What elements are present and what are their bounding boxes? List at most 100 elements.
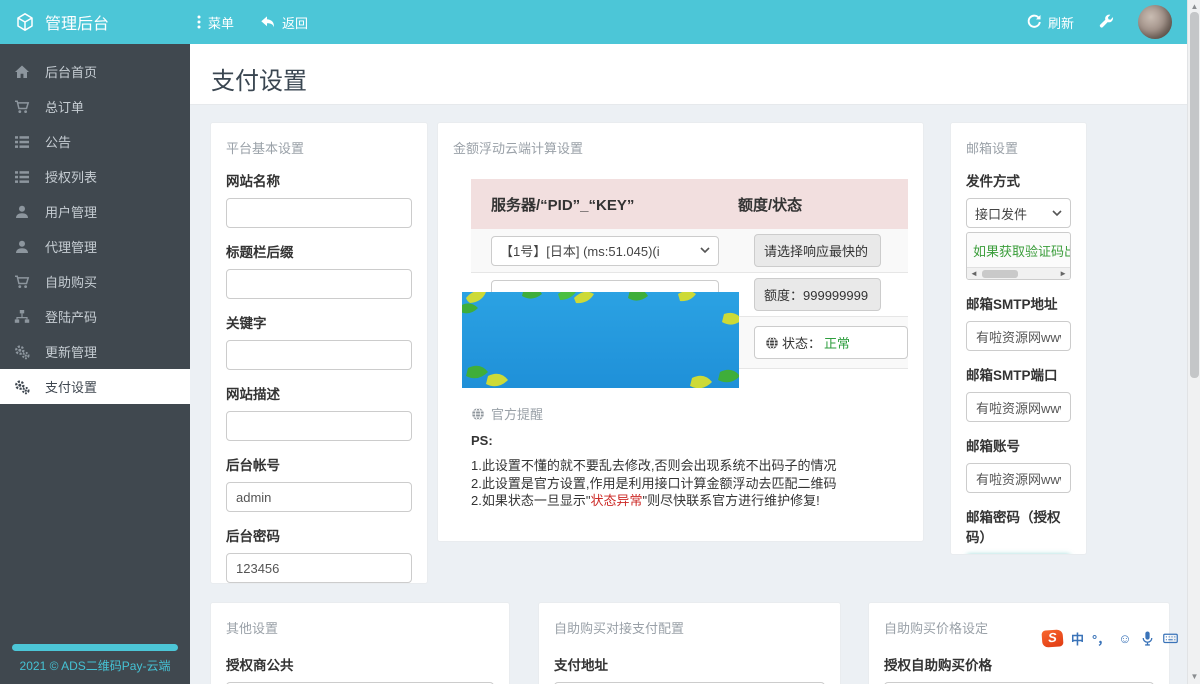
admin-account-input[interactable]	[226, 482, 412, 512]
scroll-down-arrow[interactable]: ▼	[1188, 672, 1200, 681]
smtp-port-input[interactable]	[966, 392, 1071, 422]
scroll-left-arrow[interactable]: ◄	[970, 269, 978, 279]
sidebar-item-label: 代理管理	[45, 237, 97, 256]
sidebar-item-label: 后台首页	[45, 62, 97, 81]
field-title-suffix: 标题栏后缀	[226, 241, 412, 299]
sidebar-item-announcements[interactable]: 公告	[0, 124, 190, 159]
refresh-icon	[1026, 14, 1042, 30]
email-password-input[interactable]	[966, 554, 1071, 555]
scrollbar-thumb[interactable]	[1190, 12, 1199, 378]
scroll-up-arrow[interactable]: ▲	[1188, 2, 1200, 11]
ime-language-toggle[interactable]: 中	[1071, 629, 1084, 648]
page-title: 支付设置	[190, 44, 1187, 96]
list-icon	[14, 134, 30, 150]
send-method-select[interactable]: 接口发件	[966, 198, 1071, 228]
avatar[interactable]	[1138, 5, 1172, 39]
send-method-value: 接口发件	[975, 204, 1052, 223]
back-button[interactable]: 返回	[260, 13, 308, 32]
chevron-down-icon	[700, 247, 710, 254]
ps-line: 2.如果状态一旦显示"状态异常"则尽快联系官方进行维护修复!	[471, 492, 901, 510]
field-label: 邮箱SMTP地址	[966, 293, 1071, 313]
menu-button[interactable]: 菜单	[196, 13, 234, 32]
menu-label: 菜单	[208, 13, 234, 32]
admin-app: 管理后台 菜单 返回 刷新	[0, 0, 1200, 684]
sidebar-item-orders[interactable]: 总订单	[0, 89, 190, 124]
ps-line-alert: 状态异常	[590, 493, 642, 508]
card-title: 其他设置	[226, 618, 494, 637]
field-label: 关键字	[226, 312, 412, 332]
sidebar-item-label: 登陆产码	[45, 307, 97, 326]
keyboard-icon[interactable]	[1163, 631, 1178, 646]
field-keywords: 关键字	[226, 312, 412, 370]
keywords-input[interactable]	[226, 340, 412, 370]
ps-title: PS:	[471, 433, 901, 448]
select-fastest-button[interactable]: 请选择响应最快的	[754, 234, 881, 267]
horizontal-scrollbar[interactable]: ◄ ►	[967, 267, 1070, 279]
field-label: 发件方式	[966, 170, 1071, 190]
sidebar-item-label: 授权列表	[45, 167, 97, 186]
sidebar-item-label: 更新管理	[45, 342, 97, 361]
field-smtp-port: 邮箱SMTP端口	[966, 364, 1071, 422]
smtp-address-input[interactable]	[966, 321, 1071, 351]
brand[interactable]: 管理后台	[0, 0, 190, 44]
ime-emoji-button[interactable]: ☺	[1118, 631, 1131, 646]
field-smtp-address: 邮箱SMTP地址	[966, 293, 1071, 351]
field-label: 授权商公共	[226, 654, 494, 674]
refresh-label: 刷新	[1048, 13, 1074, 32]
server-select[interactable]: 【1号】[日本] (ms:51.045)(i	[491, 236, 719, 266]
field-send-method: 发件方式 接口发件	[966, 170, 1071, 228]
platform-settings-card: 平台基本设置 网站名称 标题栏后缀 关键字 网站描述 后台帐号 后台密码	[210, 122, 428, 584]
sidebar-item-agents[interactable]: 代理管理	[0, 229, 190, 264]
topbar-right: 刷新	[1026, 0, 1172, 44]
quota-column-header: 额度/状态	[738, 194, 908, 215]
ps-line-suffix: "则尽快联系官方进行维护修复!	[642, 493, 819, 508]
home-icon	[14, 64, 30, 80]
other-settings-card: 其他设置 授权商公共	[210, 602, 510, 684]
cogs-icon	[14, 379, 30, 395]
sidebar-item-updates[interactable]: 更新管理	[0, 334, 190, 369]
field-label: 网站描述	[226, 383, 412, 403]
site-description-input[interactable]	[226, 411, 412, 441]
sidebar-item-auth-list[interactable]: 授权列表	[0, 159, 190, 194]
sidebar-item-self-purchase[interactable]: 自助购买	[0, 264, 190, 299]
topbar: 管理后台 菜单 返回 刷新	[0, 0, 1200, 44]
sidebar: 后台首页 总订单 公告 授权列表 用户管理 代理管理	[0, 44, 190, 684]
sidebar-item-home[interactable]: 后台首页	[0, 54, 190, 89]
quota-button[interactable]: 额度：999999999	[754, 278, 881, 311]
sidebar-item-users[interactable]: 用户管理	[0, 194, 190, 229]
title-suffix-input[interactable]	[226, 269, 412, 299]
sidebar-item-payment-settings[interactable]: 支付设置	[0, 369, 190, 404]
cube-logo-icon	[15, 12, 35, 32]
field-label: 授权自助购买价格	[884, 654, 1154, 674]
globe-icon	[765, 336, 779, 350]
field-site-name: 网站名称	[226, 170, 412, 228]
card-title: 邮箱设置	[966, 138, 1071, 157]
sidebar-item-login-code[interactable]: 登陆产码	[0, 299, 190, 334]
field-admin-password: 后台密码	[226, 525, 412, 583]
sidebar-item-label: 公告	[45, 132, 71, 151]
status-value: 正常	[824, 333, 850, 352]
user-icon	[14, 204, 30, 220]
admin-password-input[interactable]	[226, 553, 412, 583]
field-site-description: 网站描述	[226, 383, 412, 441]
back-label: 返回	[282, 13, 308, 32]
vertical-scrollbar[interactable]: ▲ ▼	[1187, 0, 1200, 684]
field-label: 标题栏后缀	[226, 241, 412, 261]
card-title: 自助购买对接支付配置	[554, 618, 825, 637]
field-label: 支付地址	[554, 654, 825, 674]
scroll-right-arrow[interactable]: ►	[1059, 269, 1067, 279]
ps-notes: PS: 1.此设置不懂的就不要乱去修改,否则会出现系统不出码子的情况 2.此设置…	[471, 433, 901, 510]
scrollbar-thumb[interactable]	[982, 270, 1018, 278]
email-account-input[interactable]	[966, 463, 1071, 493]
refresh-button[interactable]: 刷新	[1026, 13, 1074, 32]
verification-notice-box[interactable]: 如果获取验证码出现 ◄ ►	[966, 232, 1071, 280]
ime-punctuation-toggle[interactable]: °，	[1092, 629, 1110, 648]
sogou-logo-icon[interactable]: S	[1041, 629, 1063, 647]
microphone-icon[interactable]	[1140, 631, 1155, 646]
status-label: 状态：	[782, 333, 821, 352]
chevron-down-icon	[1052, 210, 1062, 217]
field-label: 邮箱SMTP端口	[966, 364, 1071, 384]
wrench-icon[interactable]	[1098, 14, 1114, 30]
verification-notice-text: 如果获取验证码出现	[967, 233, 1070, 260]
site-name-input[interactable]	[226, 198, 412, 228]
